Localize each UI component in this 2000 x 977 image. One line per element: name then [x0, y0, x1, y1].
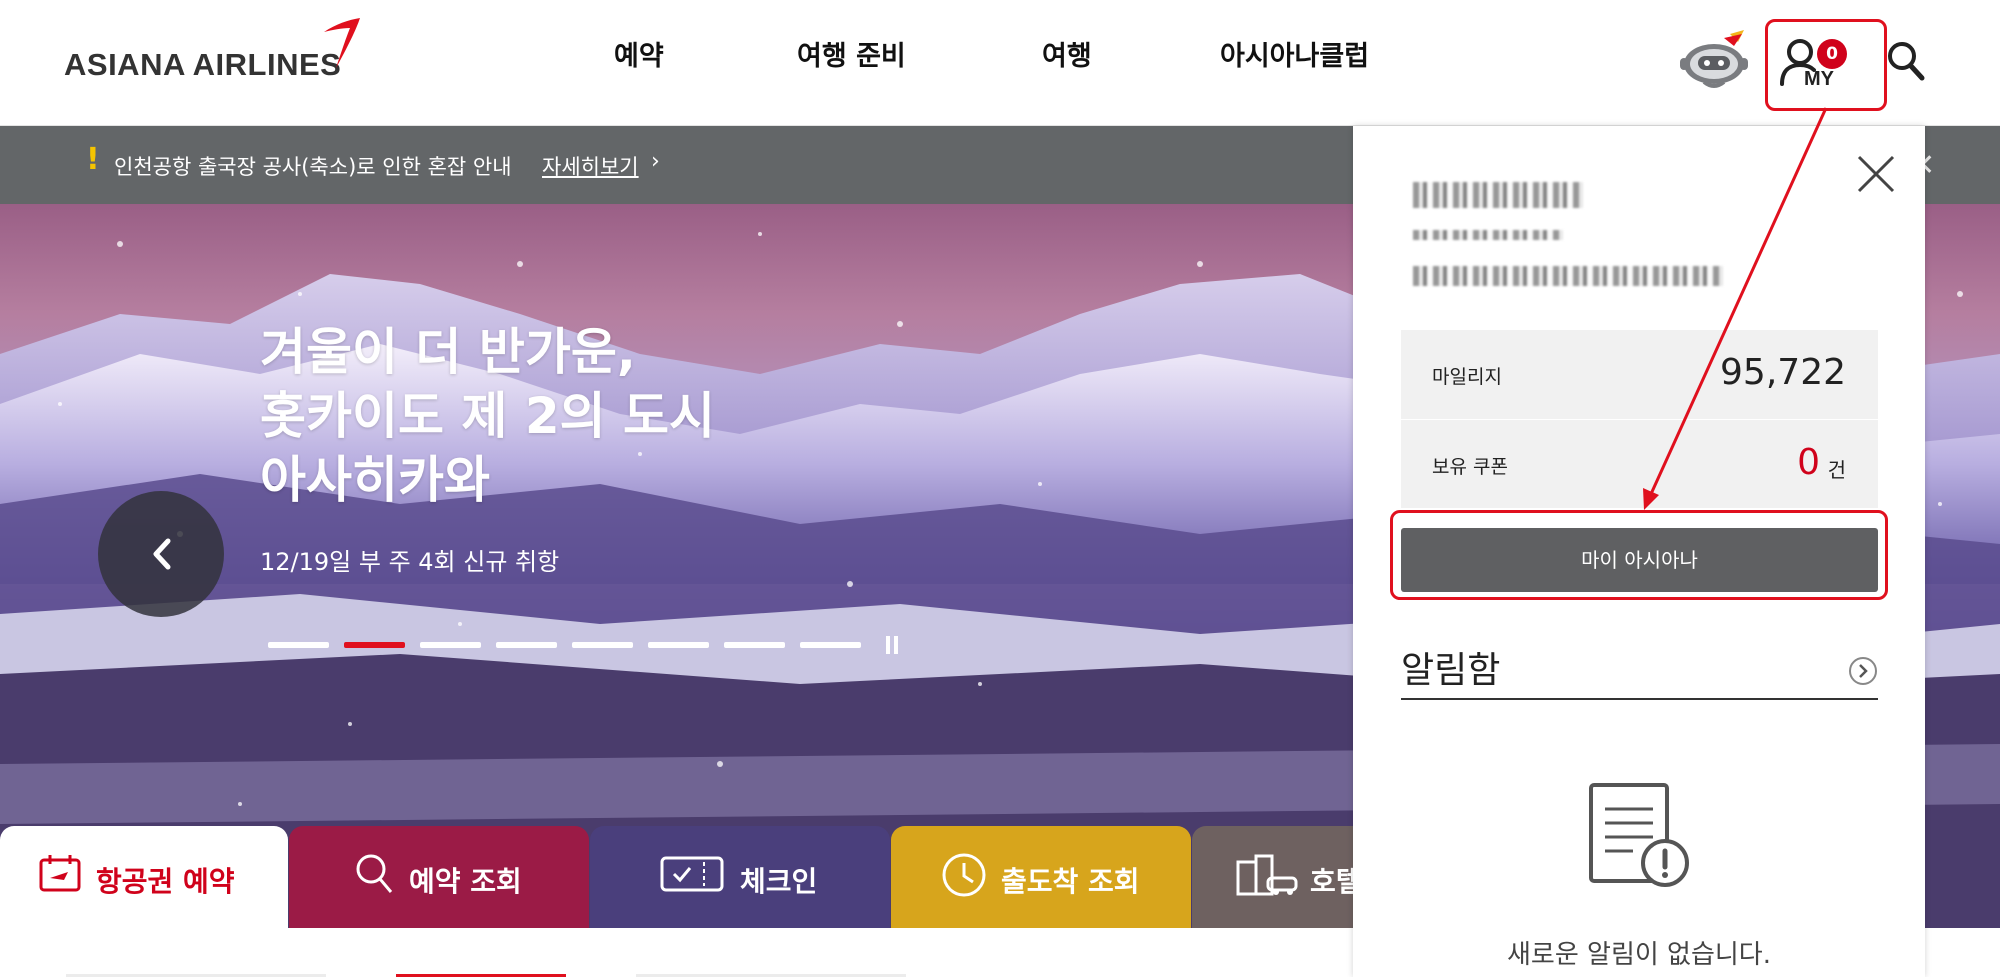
slide-indicator[interactable] [496, 642, 557, 648]
pause-icon[interactable] [886, 636, 898, 654]
notice-detail-link[interactable]: 자세히보기 [542, 151, 639, 181]
hero-title: 겨울이 더 반가운, 홋카이도 제 2의 도시 아사히카와 [260, 323, 716, 509]
clock-icon [942, 853, 986, 897]
inbox-title: 알림함 [1401, 650, 1501, 691]
nav-travel[interactable]: 여행 [1042, 34, 1092, 73]
prev-slide-button[interactable] [98, 491, 224, 617]
slide-indicator[interactable] [648, 642, 709, 648]
tab-label: 출도착 조회 [1001, 865, 1140, 898]
booking-tabs: 항공권 예약 예약 조회 체크인 출도착 조회 호텔 [0, 826, 1492, 928]
slide-indicator[interactable] [420, 642, 481, 648]
ticket-icon [39, 855, 81, 892]
tab-check-in[interactable]: 체크인 [590, 826, 890, 928]
tab-flight-booking[interactable]: 항공권 예약 [0, 826, 288, 928]
empty-inbox-message: 새로운 알림이 없습니다. [1507, 940, 1771, 970]
search-icon [356, 854, 393, 893]
alert-icon: ! [86, 142, 100, 177]
tab-flight-status[interactable]: 출도착 조회 [891, 826, 1191, 928]
mileage-row[interactable]: 마일리지 95,722 [1401, 330, 1878, 418]
hero-subtitle: 12/19일 부 주 4회 신규 취항 [260, 548, 560, 576]
my-menu-button[interactable]: 0 MY [1774, 30, 1847, 98]
tab-label: 체크인 [740, 865, 818, 898]
tab-label: 예약 조회 [409, 865, 522, 898]
logo-text: ASIANA AIRLINES [64, 47, 342, 82]
tab-label: 항공권 예약 [96, 865, 235, 898]
my-account-popup: 마일리지 95,722 보유 쿠폰 0 건 마이 아시아나 알림함 새로운 알림… [1353, 126, 1925, 977]
coupon-count: 0 [1797, 442, 1820, 483]
tab-reservation-lookup[interactable]: 예약 조회 [289, 826, 589, 928]
my-asiana-button[interactable]: 마이 아시아나 [1401, 528, 1878, 592]
redacted-member-info [1413, 266, 1723, 286]
site-header: ASIANA AIRLINES 예약 여행 준비 여행 아시아나클럽 0 MY [0, 0, 2000, 126]
coupon-row[interactable]: 보유 쿠폰 0 건 [1401, 419, 1878, 508]
checkin-ticket-icon [660, 856, 724, 892]
notice-text: 인천공항 출국장 공사(축소)로 인한 혼잡 안내 [114, 155, 512, 179]
empty-document-alert-icon [1589, 783, 1689, 887]
close-icon[interactable] [1856, 154, 1896, 194]
nav-travel-prep[interactable]: 여행 준비 [797, 34, 906, 73]
nav-reservation[interactable]: 예약 [614, 34, 664, 73]
mileage-label: 마일리지 [1432, 366, 1502, 388]
slide-indicator[interactable] [800, 642, 861, 648]
slide-indicator[interactable] [268, 642, 329, 648]
slide-indicator-active[interactable] [344, 642, 405, 648]
redacted-user-name [1413, 182, 1583, 208]
redacted-member-number [1413, 230, 1563, 240]
coupon-unit: 건 [1827, 458, 1846, 482]
hotel-car-icon [1236, 854, 1298, 896]
member-stats: 마일리지 95,722 보유 쿠폰 0 건 [1401, 330, 1878, 508]
notification-badge: 0 [1817, 39, 1847, 69]
mileage-value: 95,722 [1720, 352, 1846, 393]
chevron-circle-right-icon[interactable] [1848, 656, 1878, 686]
inbox-divider [1401, 698, 1878, 700]
nav-asiana-club[interactable]: 아시아나클럽 [1220, 34, 1369, 73]
logo-wing-icon [324, 18, 360, 68]
chevron-right-icon: › [651, 149, 660, 174]
slide-indicator[interactable] [724, 642, 785, 648]
robot-icon[interactable] [1676, 30, 1752, 94]
chevron-left-icon [153, 538, 171, 570]
my-label: MY [1804, 68, 1834, 90]
search-icon[interactable] [1886, 40, 1926, 82]
coupon-label: 보유 쿠폰 [1432, 456, 1508, 478]
slide-indicator[interactable] [572, 642, 633, 648]
